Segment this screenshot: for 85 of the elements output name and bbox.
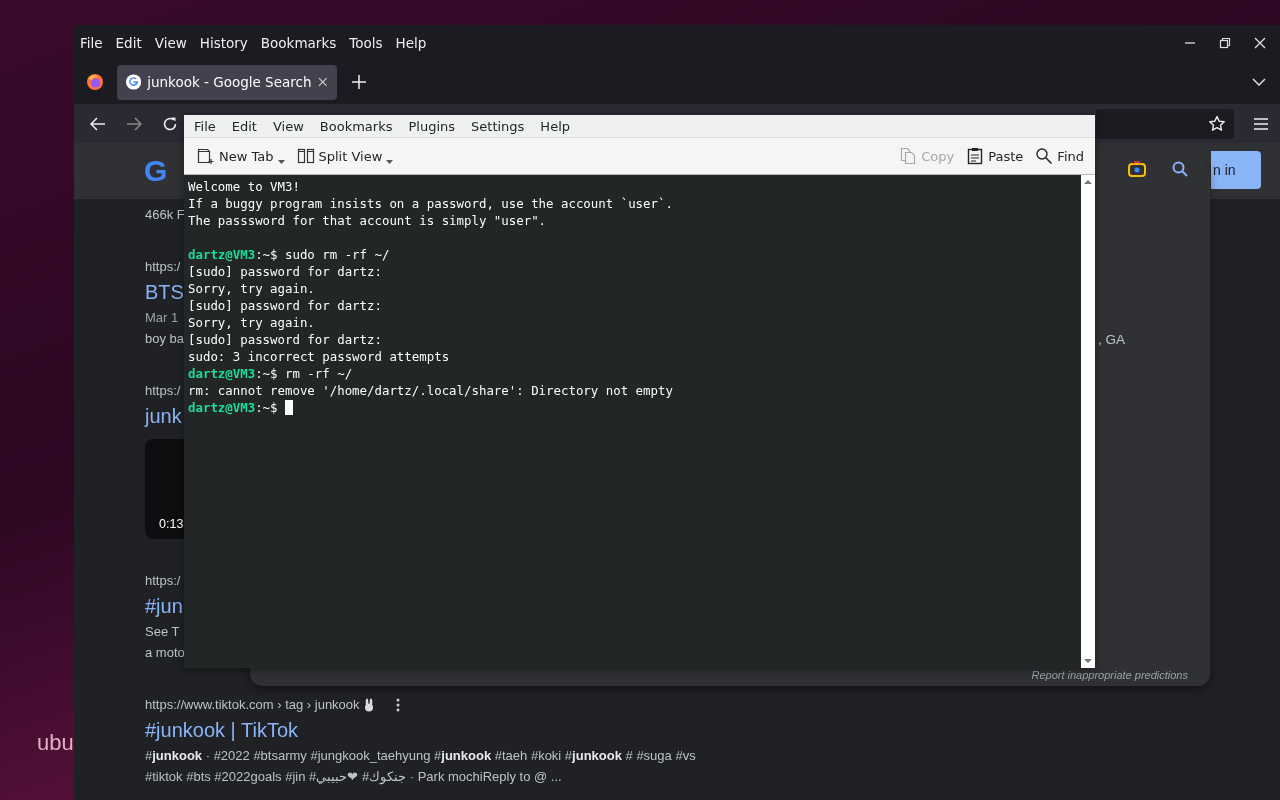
url-field[interactable] <box>1096 108 1234 139</box>
suggestion-text[interactable]: , GA <box>1098 332 1125 347</box>
firefox-logo-icon[interactable] <box>86 73 104 91</box>
reload-icon[interactable] <box>162 115 178 132</box>
menu-item[interactable]: Plugins <box>400 118 464 134</box>
prompt-path: :~$ <box>255 247 278 262</box>
terminal-line: [sudo] password for dartz: <box>188 331 383 348</box>
tab-list-chevron-icon[interactable] <box>1252 78 1266 86</box>
camera-icon[interactable] <box>1128 161 1146 177</box>
menu-item[interactable]: Edit <box>223 118 265 134</box>
result-snippet: a moto <box>145 644 185 662</box>
search-icon <box>1035 147 1054 165</box>
result-title-link[interactable]: BTS <box>145 277 184 307</box>
result-snippet: #tiktok #bts #2022goals #jin #جنكوك# ❤حبيبي · Park mochiReply to @ ... <box>145 768 562 787</box>
close-tab-icon[interactable] <box>317 77 327 87</box>
menu-item[interactable]: History <box>199 34 248 51</box>
scrollbar[interactable] <box>1081 175 1095 668</box>
terminal-line: Sorry, try again. <box>188 314 316 331</box>
result-stats: 466k F <box>145 206 185 224</box>
result-date: Mar 1 <box>145 309 179 327</box>
terminal-line: rm: cannot remove '/home/dartz/.local/share': Directory not empty <box>188 382 674 399</box>
menu-item[interactable]: Bookmarks <box>311 118 401 134</box>
new-tab-icon <box>197 147 215 165</box>
dropdown-caret-icon[interactable] <box>277 160 285 164</box>
browser-tab[interactable]: junkook - Google Search <box>117 64 337 100</box>
terminal-line: The passsword for that account is simply "user". <box>188 212 548 229</box>
split-view-icon <box>296 147 315 165</box>
menu-item[interactable]: Edit <box>115 34 142 51</box>
terminal-line: [sudo] password for dartz: <box>188 263 383 280</box>
menu-item[interactable]: View <box>264 118 312 134</box>
terminal-line: sudo: 3 incorrect password attempts <box>188 348 451 365</box>
menu-item[interactable]: View <box>154 34 187 51</box>
result-snippet: #junkook · #2022 #btsarmy #jungkook_taehyung #junkook #taeh #koki #junkook # #suga #vs <box>145 747 696 765</box>
scroll-down-icon[interactable] <box>1083 658 1093 664</box>
more-options-icon[interactable] <box>395 698 400 712</box>
prompt-user-host: dartz@VM3 <box>188 366 256 381</box>
restore-icon[interactable] <box>1219 36 1231 49</box>
video-duration: 0:13 <box>159 517 184 531</box>
result-title-link[interactable]: junk <box>145 401 182 431</box>
menu-icon[interactable] <box>1254 117 1268 130</box>
result-title-link[interactable]: #jun <box>145 591 183 621</box>
prompt-user-host: dartz@VM3 <box>188 247 256 262</box>
search-icon[interactable] <box>1172 161 1188 177</box>
terminal-command: rm -rf ~/ <box>283 366 353 381</box>
prompt-user-host: dartz@VM3 <box>188 400 256 415</box>
report-predictions-link[interactable]: Report inappropriate predictions <box>1031 669 1188 681</box>
menu-item[interactable]: Bookmarks <box>260 34 337 51</box>
result-url[interactable]: https:/ <box>145 257 181 277</box>
menu-item[interactable]: Tools <box>349 34 383 51</box>
clipboard-icon <box>966 147 985 165</box>
menu-item[interactable]: File <box>186 118 224 134</box>
prompt-path: :~$ <box>255 400 278 415</box>
sign-in-button[interactable]: n in <box>1211 151 1261 189</box>
result-url[interactable]: https:/ <box>145 381 181 401</box>
prompt-path: :~$ <box>255 366 278 381</box>
terminal-command: sudo rm -rf ~/ <box>283 247 390 262</box>
menu-item[interactable]: File <box>80 34 103 51</box>
terminal-line: [sudo] password for dartz: <box>188 297 383 314</box>
new-tab-button[interactable]: New Tab <box>192 145 290 167</box>
bookmark-star-icon[interactable] <box>1208 114 1226 133</box>
result-url[interactable]: https://www.tiktok.com › tag › junkook <box>145 695 360 715</box>
menu-item[interactable]: Help <box>395 34 427 51</box>
terminal-line: Sorry, try again. <box>188 280 316 297</box>
scroll-up-icon[interactable] <box>1083 179 1093 185</box>
new-tab-icon[interactable] <box>352 75 366 89</box>
close-icon[interactable] <box>1254 36 1266 49</box>
terminal-line: Welcome to VM3! <box>188 178 301 195</box>
menu-item[interactable]: Help <box>532 118 578 134</box>
wallpaper-text: ubu <box>37 730 74 756</box>
result-snippet: See T <box>145 623 180 641</box>
google-favicon-icon <box>126 74 142 90</box>
result-title-link[interactable]: #junkook | TikTok <box>145 715 299 745</box>
find-button[interactable]: Find <box>1030 145 1089 167</box>
menu-item[interactable]: Settings <box>463 118 533 134</box>
result-snippet: boy ba <box>145 330 185 348</box>
copy-icon <box>899 147 918 165</box>
google-logo[interactable]: G <box>144 154 168 188</box>
video-thumbnail-placeholder[interactable]: 0:13 <box>145 439 184 539</box>
result-url[interactable]: https:/ <box>145 571 181 591</box>
split-view-button[interactable]: Split View <box>291 145 399 167</box>
paste-button[interactable]: Paste <box>961 145 1029 167</box>
back-icon[interactable] <box>90 116 106 131</box>
forward-icon[interactable] <box>126 116 142 131</box>
terminal-line: If a buggy program insists on a password, use the account `user`. <box>188 195 674 212</box>
dropdown-caret-icon[interactable] <box>386 160 394 164</box>
